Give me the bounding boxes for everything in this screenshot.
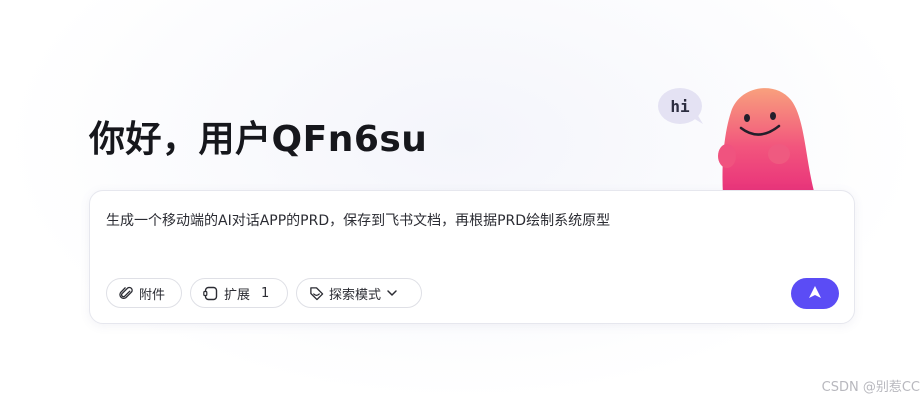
- tag-icon: [309, 286, 324, 301]
- extension-icon: [203, 286, 219, 301]
- send-button[interactable]: [791, 278, 839, 309]
- extension-count: 1: [261, 285, 270, 301]
- send-arrow-icon: [808, 284, 822, 303]
- extension-button[interactable]: 扩展 1: [190, 278, 288, 308]
- greeting-title: 你好，用户QFn6su: [89, 119, 428, 160]
- extension-label: 扩展: [224, 287, 251, 303]
- attach-button[interactable]: 附件: [106, 278, 182, 308]
- mascot-body: [718, 88, 815, 195]
- speech-bubble: hi: [658, 88, 703, 124]
- prompt-input[interactable]: 生成一个移动端的AI对话APP的PRD，保存到飞书文档，再根据PRD绘制系统原型: [106, 210, 610, 232]
- paperclip-icon: [119, 286, 134, 301]
- prompt-card: 生成一个移动端的AI对话APP的PRD，保存到飞书文档，再根据PRD绘制系统原型…: [89, 190, 855, 324]
- watermark: CSDN @别惹CC: [821, 380, 920, 395]
- chevron-down-icon: [386, 287, 398, 299]
- mode-label: 探索模式: [329, 287, 382, 303]
- mode-dropdown[interactable]: 探索模式: [296, 278, 422, 308]
- attach-label: 附件: [139, 287, 166, 303]
- mascot-illustration: hi: [658, 88, 815, 195]
- speech-bubble-text: hi: [670, 97, 690, 116]
